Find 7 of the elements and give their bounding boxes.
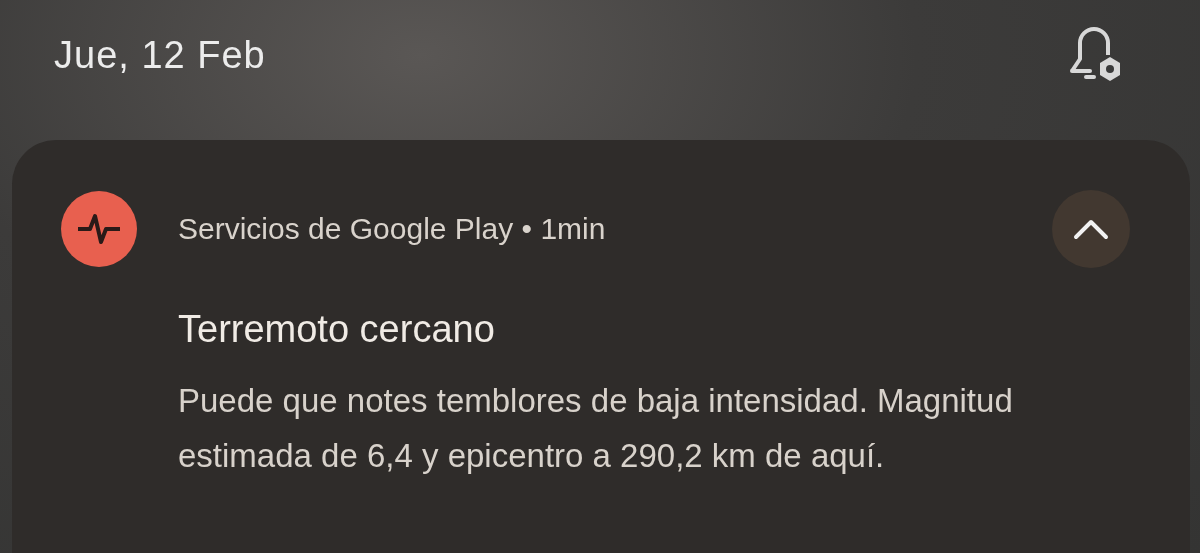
chevron-up-icon (1073, 218, 1109, 240)
app-name: Servicios de Google Play • 1min (178, 212, 607, 246)
notification-title: Terremoto cercano (178, 308, 496, 351)
heartbeat-icon (60, 190, 138, 268)
notification-card[interactable]: Servicios de Google Play • 1min Terremoto cercano Puede que notes temblores de baja intensidad. Magnitud estimada de 6,4 y epicentro a 290,2 km de aquí. (12, 140, 1190, 553)
date-text: Jue, 12 Feb (54, 33, 266, 77)
notification-body: Puede que notes temblores de baja intensidad. Magnitud estimada de 6,4 y epicentro a 290,2 km de aquí. (178, 381, 1014, 476)
